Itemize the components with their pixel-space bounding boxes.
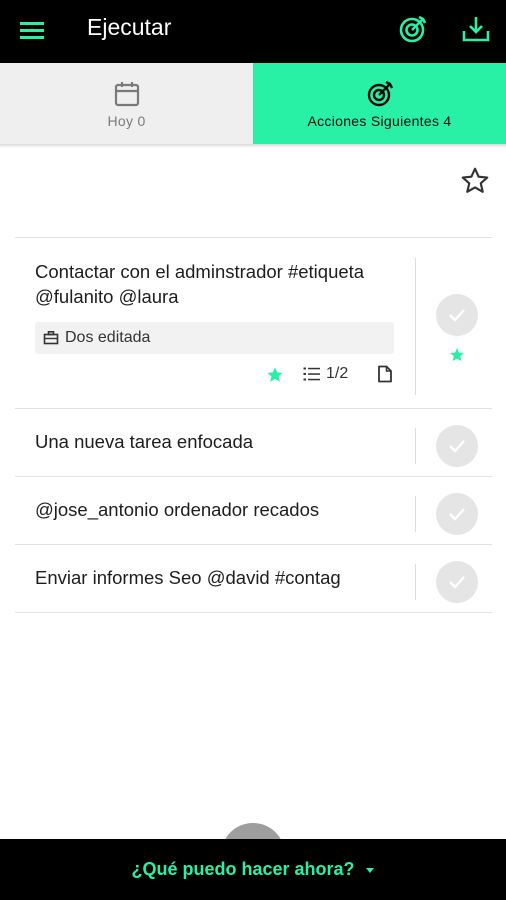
task-text: Enviar informes Seo @david #contag [35, 567, 341, 588]
tab-hoy[interactable]: Hoy 0 [0, 63, 253, 144]
star-toggle[interactable] [448, 346, 466, 364]
check-icon [449, 440, 465, 453]
complete-task-button[interactable] [436, 425, 478, 467]
tabs-shadow [0, 144, 506, 148]
bottom-bar[interactable]: ¿Qué puedo hacer ahora? [0, 839, 506, 900]
task-row[interactable]: @jose_antonio ordenador recados [15, 477, 492, 545]
starred-indicator [265, 365, 285, 385]
star-filled-icon [450, 348, 464, 362]
note-indicator [377, 365, 395, 383]
task-list: Contactar con el adminstrador #etiqueta … [15, 237, 492, 613]
menu-button[interactable] [16, 16, 48, 44]
task-text: @jose_antonio ordenador recados [35, 499, 320, 520]
row-divider [415, 496, 416, 532]
checklist-icon [303, 367, 320, 381]
menu-icon [20, 22, 44, 39]
note-icon [378, 365, 392, 383]
caret-down-icon [365, 867, 374, 873]
page-title: Ejecutar [87, 14, 172, 40]
tab-hoy-label: Hoy 0 [107, 113, 146, 129]
star-outline-icon [461, 167, 489, 193]
task-text: Contactar con el adminstrador #etiqueta … [35, 261, 365, 307]
target-icon [399, 15, 427, 43]
tab-bar: Hoy 0 Acciones Siguientes 4 [0, 63, 506, 144]
subtasks-count: 1/2 [326, 365, 349, 382]
target-button[interactable] [397, 13, 429, 45]
download-button[interactable] [460, 13, 492, 45]
project-chip[interactable]: Dos editada [35, 322, 394, 354]
complete-task-button[interactable] [436, 493, 478, 535]
tab-acciones-siguientes[interactable]: Acciones Siguientes 4 [253, 63, 506, 144]
check-icon [449, 576, 465, 589]
complete-task-button[interactable] [436, 294, 478, 336]
tab-acciones-label: Acciones Siguientes 4 [307, 113, 452, 129]
check-icon [449, 309, 465, 322]
app-bar: Ejecutar [0, 0, 506, 63]
project-label: Dos editada [65, 329, 151, 346]
row-divider [415, 258, 416, 395]
task-row[interactable]: Una nueva tarea enfocada [15, 409, 492, 477]
check-icon [449, 508, 465, 521]
task-row[interactable]: Contactar con el adminstrador #etiqueta … [15, 238, 492, 409]
complete-task-button[interactable] [436, 561, 478, 603]
row-divider [415, 428, 416, 464]
favorites-filter-button[interactable] [459, 165, 491, 197]
row-divider [415, 564, 416, 600]
download-icon [462, 17, 490, 42]
task-row[interactable]: Enviar informes Seo @david #contag [15, 545, 492, 613]
star-filled-icon [267, 367, 283, 382]
target-arrow-icon [367, 80, 393, 107]
task-text: Una nueva tarea enfocada [35, 431, 254, 452]
calendar-icon [114, 82, 139, 107]
briefcase-icon [43, 330, 59, 345]
suggestion-label: ¿Qué puedo hacer ahora? [131, 859, 355, 879]
subtasks-indicator: 1/2 [303, 365, 348, 383]
